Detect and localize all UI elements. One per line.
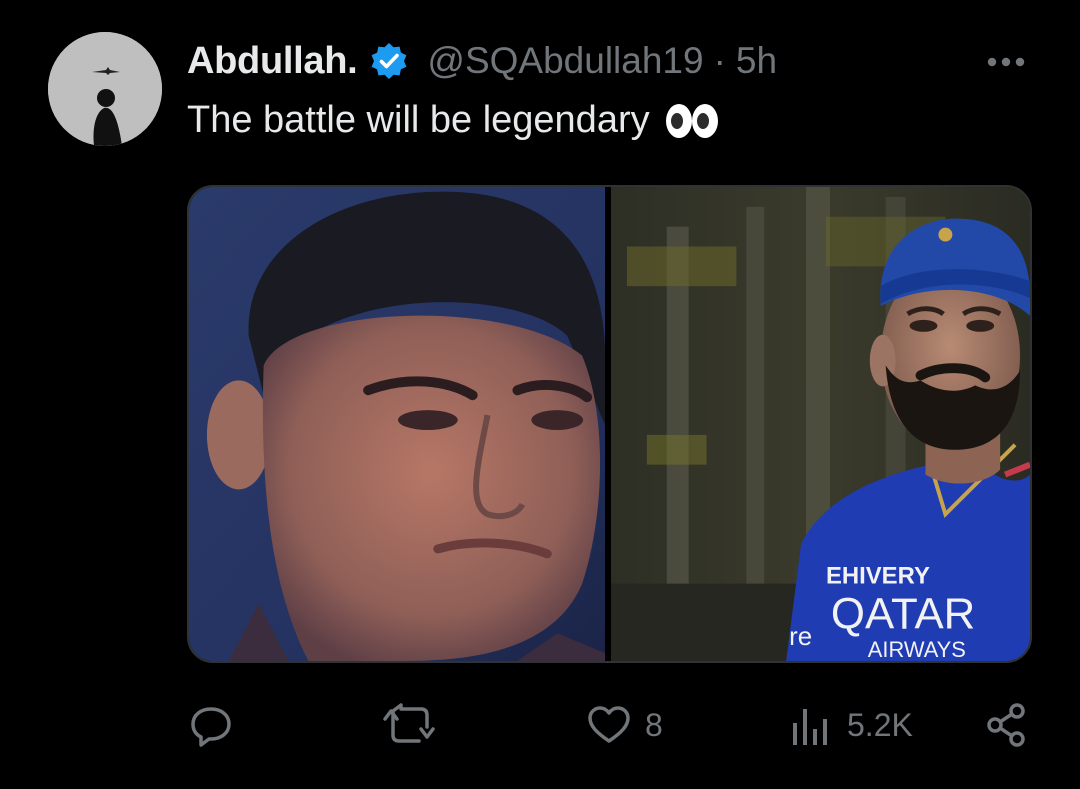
- share-icon: [987, 703, 1025, 747]
- jersey-text-brand: QATAR: [831, 589, 975, 638]
- user-handle[interactable]: @SQAbdullah19: [427, 40, 703, 82]
- like-button[interactable]: 8: [585, 700, 663, 750]
- tweet-text: The battle will be legendary: [187, 99, 720, 142]
- more-horizontal-icon: [987, 57, 1025, 67]
- avatar[interactable]: [48, 32, 162, 146]
- jersey-text-side: re: [789, 623, 812, 651]
- tweet-header: Abdullah. @SQAbdullah19 · 5h: [187, 38, 777, 84]
- share-button[interactable]: [983, 700, 1031, 750]
- views-button[interactable]: 5.2K: [787, 700, 913, 750]
- jersey-text-top: EHIVERY: [826, 563, 930, 590]
- retweet-button[interactable]: [383, 700, 439, 750]
- reply-button[interactable]: [187, 700, 235, 750]
- timestamp[interactable]: 5h: [736, 40, 777, 82]
- tweet-text-content: The battle will be legendary: [187, 99, 650, 141]
- right-photo: EHIVERY QATAR AIRWAYS re: [610, 187, 1030, 661]
- tweet[interactable]: Abdullah. @SQAbdullah19 · 5h The battle …: [0, 0, 1080, 789]
- left-photo: [189, 187, 606, 661]
- eyes-emoji: [664, 101, 720, 141]
- media-image[interactable]: EHIVERY QATAR AIRWAYS re: [187, 185, 1032, 663]
- like-count: 8: [645, 706, 663, 743]
- views-chart-icon: [793, 709, 827, 745]
- retweet-icon: [383, 703, 435, 743]
- display-name[interactable]: Abdullah.: [187, 40, 358, 83]
- tweet-actions: 8 5.2K: [187, 700, 1032, 750]
- verified-badge-icon: [369, 41, 409, 81]
- reply-icon: [191, 707, 231, 747]
- separator-dot: ·: [713, 40, 726, 81]
- views-count: 5.2K: [847, 706, 913, 743]
- heart-icon: [588, 706, 630, 743]
- more-options-button[interactable]: [980, 44, 1032, 80]
- jersey-text-bottom: AIRWAYS: [868, 637, 966, 661]
